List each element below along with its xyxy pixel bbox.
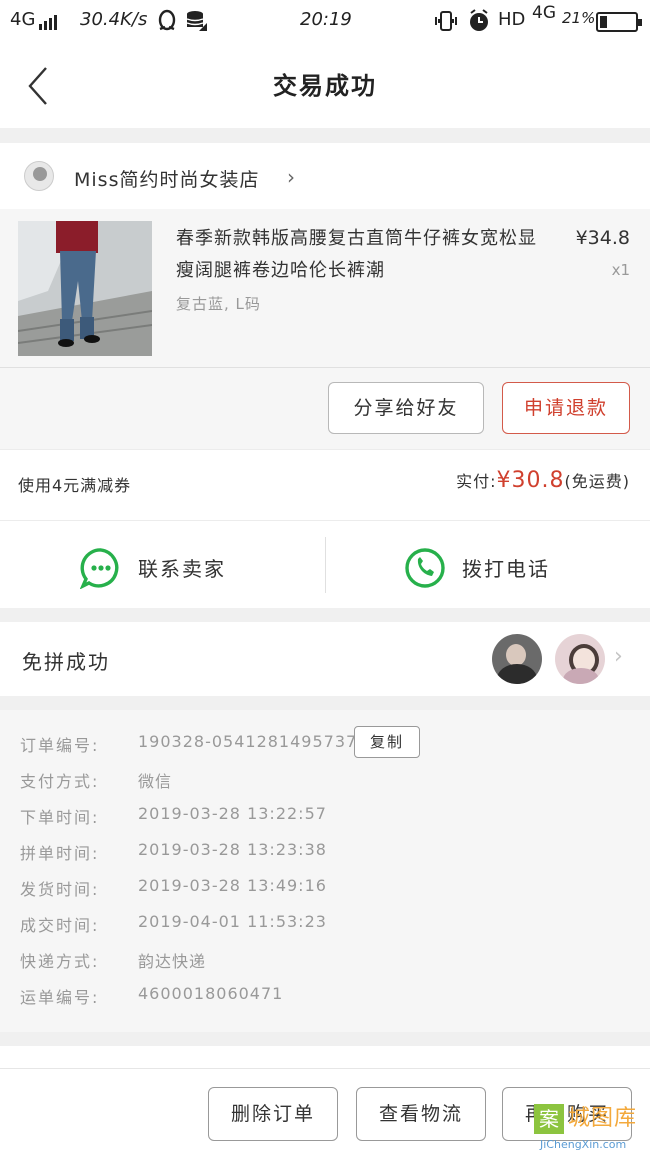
detail-label: 订单编号: [20,736,100,755]
watermark-logo: 案 [534,1104,564,1134]
chevron-right-icon: › [287,165,295,189]
product-image[interactable] [18,221,152,356]
shop-row[interactable]: Miss简约时尚女装店 › [0,143,650,209]
product-spec: 复古蓝, L码 [176,295,261,313]
shop-name[interactable]: Miss简约时尚女装店 [74,165,259,192]
chat-icon [80,548,119,589]
share-button[interactable]: 分享给好友 [328,382,484,434]
detail-label: 运单编号: [20,988,100,1007]
delete-order-button[interactable]: 删除订单 [208,1087,338,1141]
section-divider [0,696,650,710]
payment-summary: 使用4元满减券 实付:¥30.8(免运费) [0,449,650,517]
shop-avatar [24,161,54,191]
watermark-url: JiChengXin.com [540,1138,627,1151]
product-title[interactable]: 春季新款韩版高腰复古直筒牛仔裤女宽松显瘦阔腿裤卷边哈伦长裤潮 [176,223,548,287]
detail-row: 支付方式: 微信 [0,762,650,798]
section-divider [0,1032,650,1046]
detail-row: 拼单时间: 2019-03-28 13:23:38 [0,834,650,870]
detail-label: 快递方式: [20,952,100,971]
watermark-name: 城图库 [568,1106,638,1131]
hd-label: HD [498,9,526,30]
page-title: 交易成功 [273,72,377,100]
detail-value: 2019-03-28 13:23:38 [138,840,327,859]
product-price: ¥34.8 [575,227,630,249]
paid-total: 实付:¥30.8(免运费) [456,468,630,493]
battery-level [600,16,607,28]
shipping-note: (免运费) [564,472,630,491]
member-avatar [555,634,605,684]
battery-percent: 21% [562,9,596,27]
detail-label: 发货时间: [20,880,100,899]
database-icon [185,9,209,38]
paid-amount: ¥30.8 [496,468,565,493]
network-indicator: 4G [10,9,59,30]
contact-row: 联系卖家 拨打电话 [0,520,650,608]
copy-button[interactable]: 复制 [354,726,420,758]
chevron-right-icon: › [614,644,623,669]
detail-label: 拼单时间: [20,844,100,863]
section-divider [0,128,650,143]
detail-row: 订单编号: 190328-054128149573798 复制 [0,726,650,762]
call-phone-button[interactable]: 拨打电话 [326,521,650,609]
network-label: 4G [10,9,36,30]
detail-value: 190328-054128149573798 [138,732,380,751]
detail-label: 支付方式: [20,772,100,791]
alarm-icon [468,9,490,38]
detail-value: 4600018060471 [138,984,284,1003]
group-status: 免拼成功 [22,650,110,674]
product-quantity: x1 [611,261,630,279]
detail-row: 运单编号: 4600018060471 [0,978,650,1014]
detail-row: 下单时间: 2019-03-28 13:22:57 [0,798,650,834]
phone-icon [405,548,445,588]
detail-label: 下单时间: [20,808,100,827]
order-details: 订单编号: 190328-054128149573798 复制 支付方式: 微信… [0,710,650,1032]
call-phone-label: 拨打电话 [462,557,550,581]
member-avatar [492,634,542,684]
detail-row: 成交时间: 2019-04-01 11:53:23 [0,906,650,942]
contact-seller-label: 联系卖家 [138,557,226,581]
battery-icon [596,12,642,32]
coupon-note: 使用4元满减券 [18,476,132,495]
group-row[interactable]: 免拼成功 › [0,622,650,696]
detail-value: 微信 [138,772,173,791]
detail-row: 快递方式: 韵达快递 [0,942,650,978]
clock-time: 20:19 [300,9,352,30]
product-card[interactable]: 春季新款韩版高腰复古直筒牛仔裤女宽松显瘦阔腿裤卷边哈伦长裤潮 复古蓝, L码 ¥… [0,209,650,367]
watermark: 案 城图库 JiChengXin.com [534,1104,650,1155]
detail-label: 成交时间: [20,916,100,935]
qq-icon [156,9,178,38]
detail-value: 2019-04-01 11:53:23 [138,912,327,931]
detail-value: 2019-03-28 13:22:57 [138,804,327,823]
vibrate-icon [433,9,459,38]
network-label-secondary: 4G [532,3,556,23]
signal-icon [39,9,59,30]
detail-value: 2019-03-28 13:49:16 [138,876,327,895]
network-speed: 30.4K/s [80,9,148,30]
detail-row: 发货时间: 2019-03-28 13:49:16 [0,870,650,906]
view-logistics-button[interactable]: 查看物流 [356,1087,486,1141]
nav-bar: 交易成功 [0,44,650,128]
detail-value: 韵达快递 [138,952,207,971]
section-divider [0,608,650,622]
contact-seller-button[interactable]: 联系卖家 [0,521,325,609]
status-bar: 4G 30.4K/s 20:19 HD 4G 21% [0,0,650,44]
order-actions: 分享给好友 申请退款 [0,367,650,449]
refund-button[interactable]: 申请退款 [502,382,630,434]
paid-label: 实付: [456,472,497,491]
